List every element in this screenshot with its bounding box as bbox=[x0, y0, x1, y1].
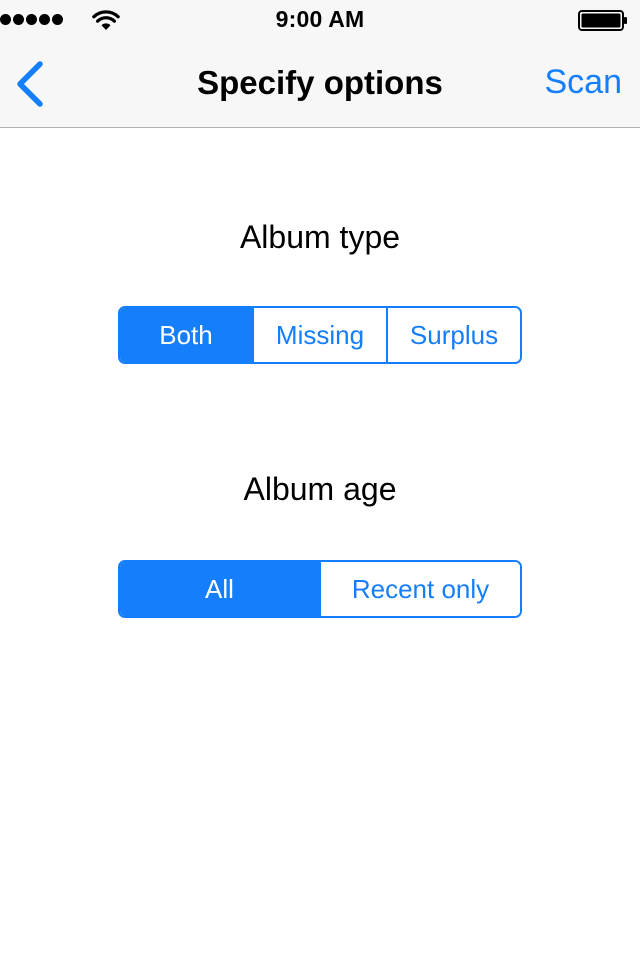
top-bar-area: 9:00 AM Specify options Scan bbox=[0, 0, 640, 128]
album-type-segment-surplus[interactable]: Surplus bbox=[386, 308, 520, 362]
navigation-bar: Specify options Scan bbox=[0, 40, 640, 128]
status-bar: 9:00 AM bbox=[0, 0, 640, 40]
album-age-label: Album age bbox=[243, 471, 397, 507]
album-type-segmented-control: Both Missing Surplus bbox=[118, 306, 522, 364]
album-age-segment-recent-only[interactable]: Recent only bbox=[319, 562, 520, 616]
status-time: 9:00 AM bbox=[275, 6, 365, 32]
album-type-label: Album type bbox=[239, 219, 401, 255]
battery-icon bbox=[578, 10, 627, 31]
album-age-segmented-control: All Recent only bbox=[118, 560, 522, 618]
album-type-segment-missing[interactable]: Missing bbox=[252, 308, 386, 362]
album-age-segment-all[interactable]: All bbox=[120, 562, 319, 616]
album-type-segment-both[interactable]: Both bbox=[120, 308, 252, 362]
scan-button[interactable]: Scan bbox=[545, 63, 623, 102]
